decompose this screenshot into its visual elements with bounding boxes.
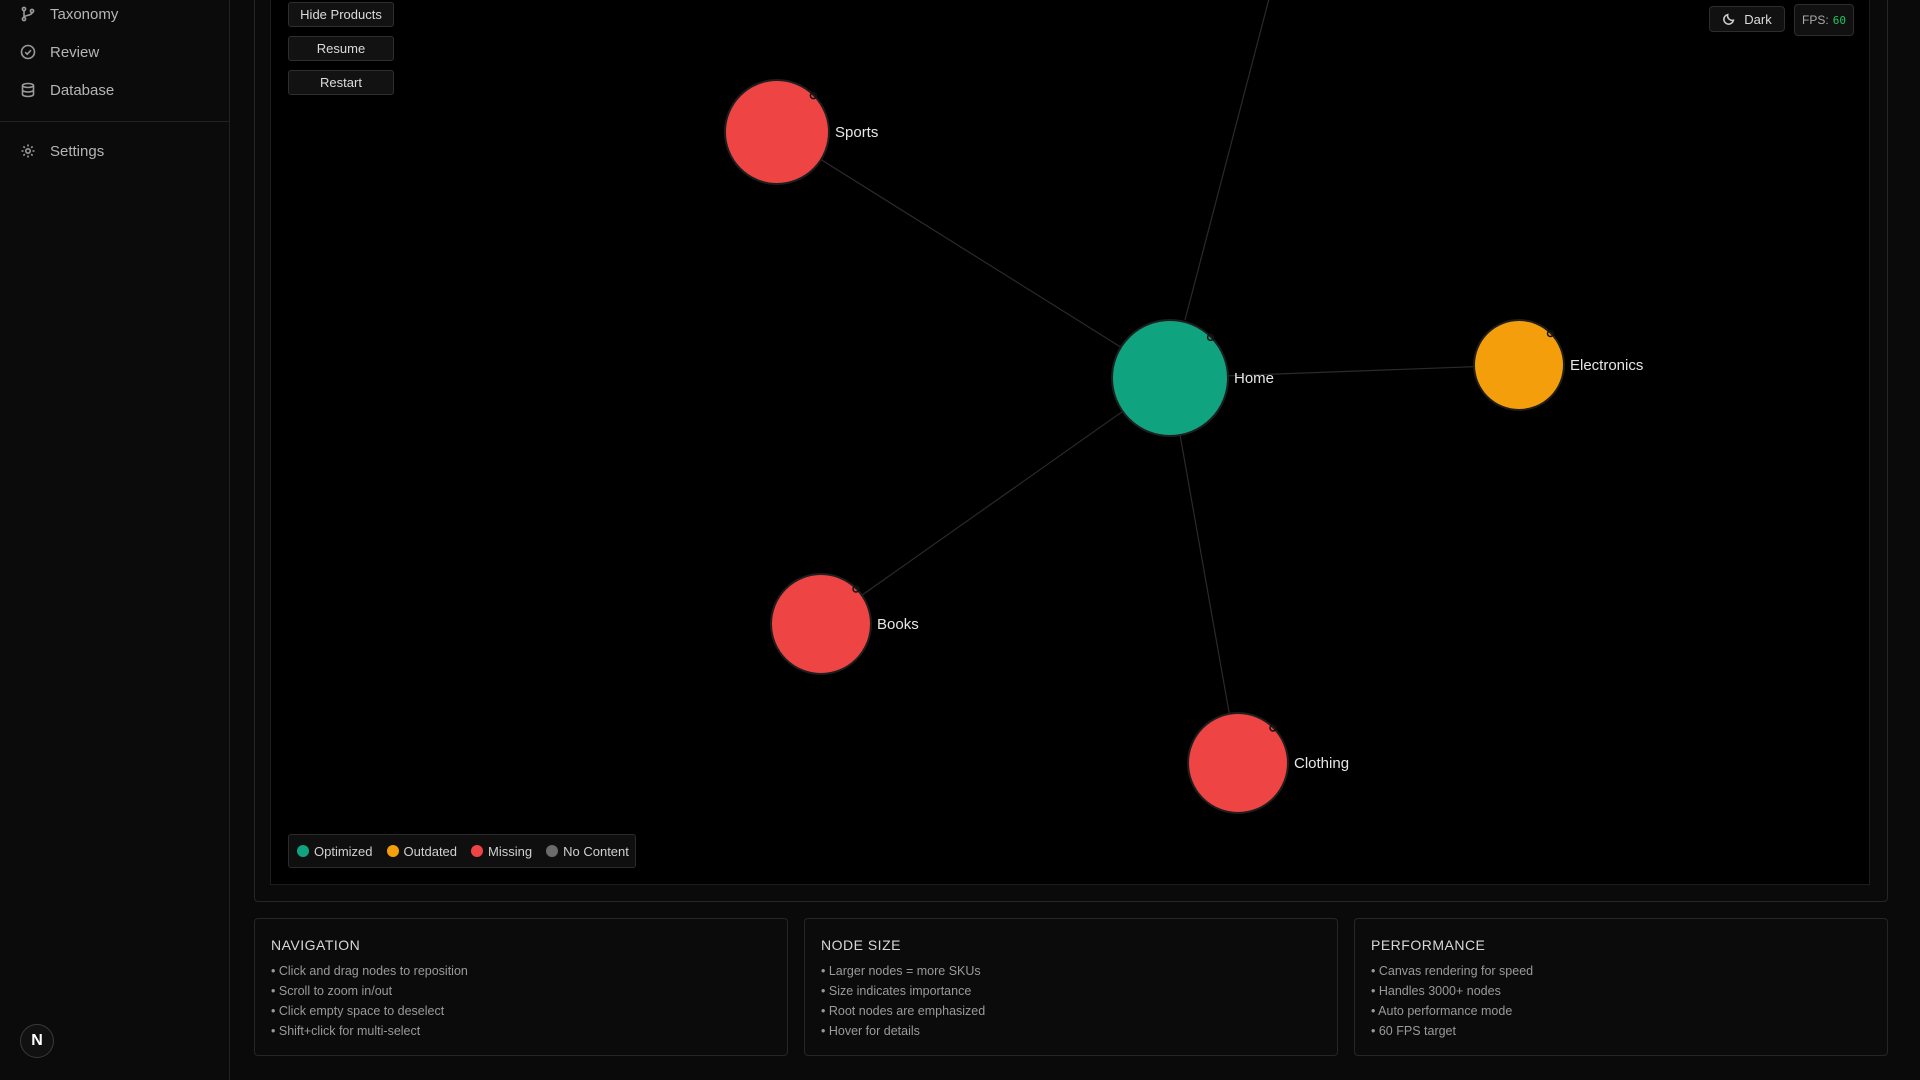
- legend-outdated: Outdated: [386, 843, 458, 859]
- avatar[interactable]: N: [20, 1024, 54, 1058]
- list-item: 60 FPS target: [1371, 1021, 1871, 1041]
- theme-toggle-button[interactable]: Dark: [1709, 6, 1785, 32]
- resume-button[interactable]: Resume: [288, 36, 394, 61]
- performance-card: PERFORMANCE Canvas rendering for speed H…: [1354, 918, 1888, 1056]
- sidebar-item-database[interactable]: Database: [20, 78, 114, 102]
- node-size-card: NODE SIZE Larger nodes = more SKUs Size …: [804, 918, 1338, 1056]
- list-item: Hover for details: [821, 1021, 1321, 1041]
- status-legend: Optimized Outdated Missing No Content: [288, 834, 636, 868]
- restart-button[interactable]: Restart: [288, 70, 394, 95]
- list-item: Click empty space to deselect: [271, 1001, 771, 1021]
- sidebar-item-taxonomy[interactable]: Taxonomy: [20, 2, 118, 26]
- git-branch-icon: [21, 6, 35, 22]
- legend-label: Missing: [488, 843, 533, 859]
- list-item: Canvas rendering for speed: [1371, 961, 1871, 981]
- legend-dot: [471, 845, 484, 857]
- sidebar-item-label: Settings: [50, 142, 105, 160]
- legend-label: No Content: [563, 843, 629, 859]
- sidebar-divider: [0, 121, 229, 122]
- list-item: Auto performance mode: [1371, 1001, 1871, 1021]
- list-item: Shift+click for multi-select: [271, 1021, 771, 1041]
- card-title: NODE SIZE: [821, 937, 901, 953]
- list-item: Size indicates importance: [821, 981, 1321, 1001]
- list-item: Root nodes are emphasized: [821, 1001, 1321, 1021]
- graph-canvas[interactable]: [270, 0, 1870, 885]
- legend-dot: [297, 845, 309, 857]
- hide-products-button[interactable]: Hide Products: [288, 2, 394, 27]
- list-item: Click and drag nodes to reposition: [271, 961, 771, 981]
- sidebar-item-label: Database: [50, 81, 115, 99]
- legend-missing: Missing: [471, 844, 532, 859]
- moon-icon: [1723, 13, 1735, 25]
- theme-label: Dark: [1744, 11, 1772, 27]
- legend-no-content: No Content: [546, 844, 629, 859]
- list-item: Larger nodes = more SKUs: [821, 961, 1321, 981]
- check-circle-icon: [20, 44, 36, 60]
- navigation-card: NAVIGATION Click and drag nodes to repos…: [254, 918, 788, 1056]
- list-item: Handles 3000+ nodes: [1371, 981, 1871, 1001]
- legend-optimized: Optimized: [297, 844, 373, 859]
- legend-dot: [386, 845, 399, 857]
- sidebar-item-label: Review: [50, 43, 100, 61]
- card-title: NAVIGATION: [271, 937, 361, 953]
- sidebar-item-label: Taxonomy: [50, 5, 119, 23]
- gear-icon: [21, 144, 35, 158]
- legend-label: Optimized: [314, 843, 373, 859]
- sidebar-item-settings[interactable]: Settings: [20, 139, 104, 163]
- fps-value: 60: [1832, 13, 1846, 27]
- database-icon: [21, 82, 35, 98]
- list-item: Scroll to zoom in/out: [271, 981, 771, 1001]
- sidebar: Taxonomy Review Database Settings N: [0, 0, 230, 1080]
- fps-label: FPS:: [1802, 13, 1829, 27]
- legend-dot: [546, 845, 559, 857]
- legend-label: Outdated: [403, 843, 458, 859]
- card-title: PERFORMANCE: [1371, 937, 1486, 953]
- sidebar-item-review[interactable]: Review: [20, 40, 99, 64]
- fps-counter: FPS: 60: [1794, 4, 1854, 36]
- app: Taxonomy Review Database Settings N Hide…: [0, 0, 1920, 1080]
